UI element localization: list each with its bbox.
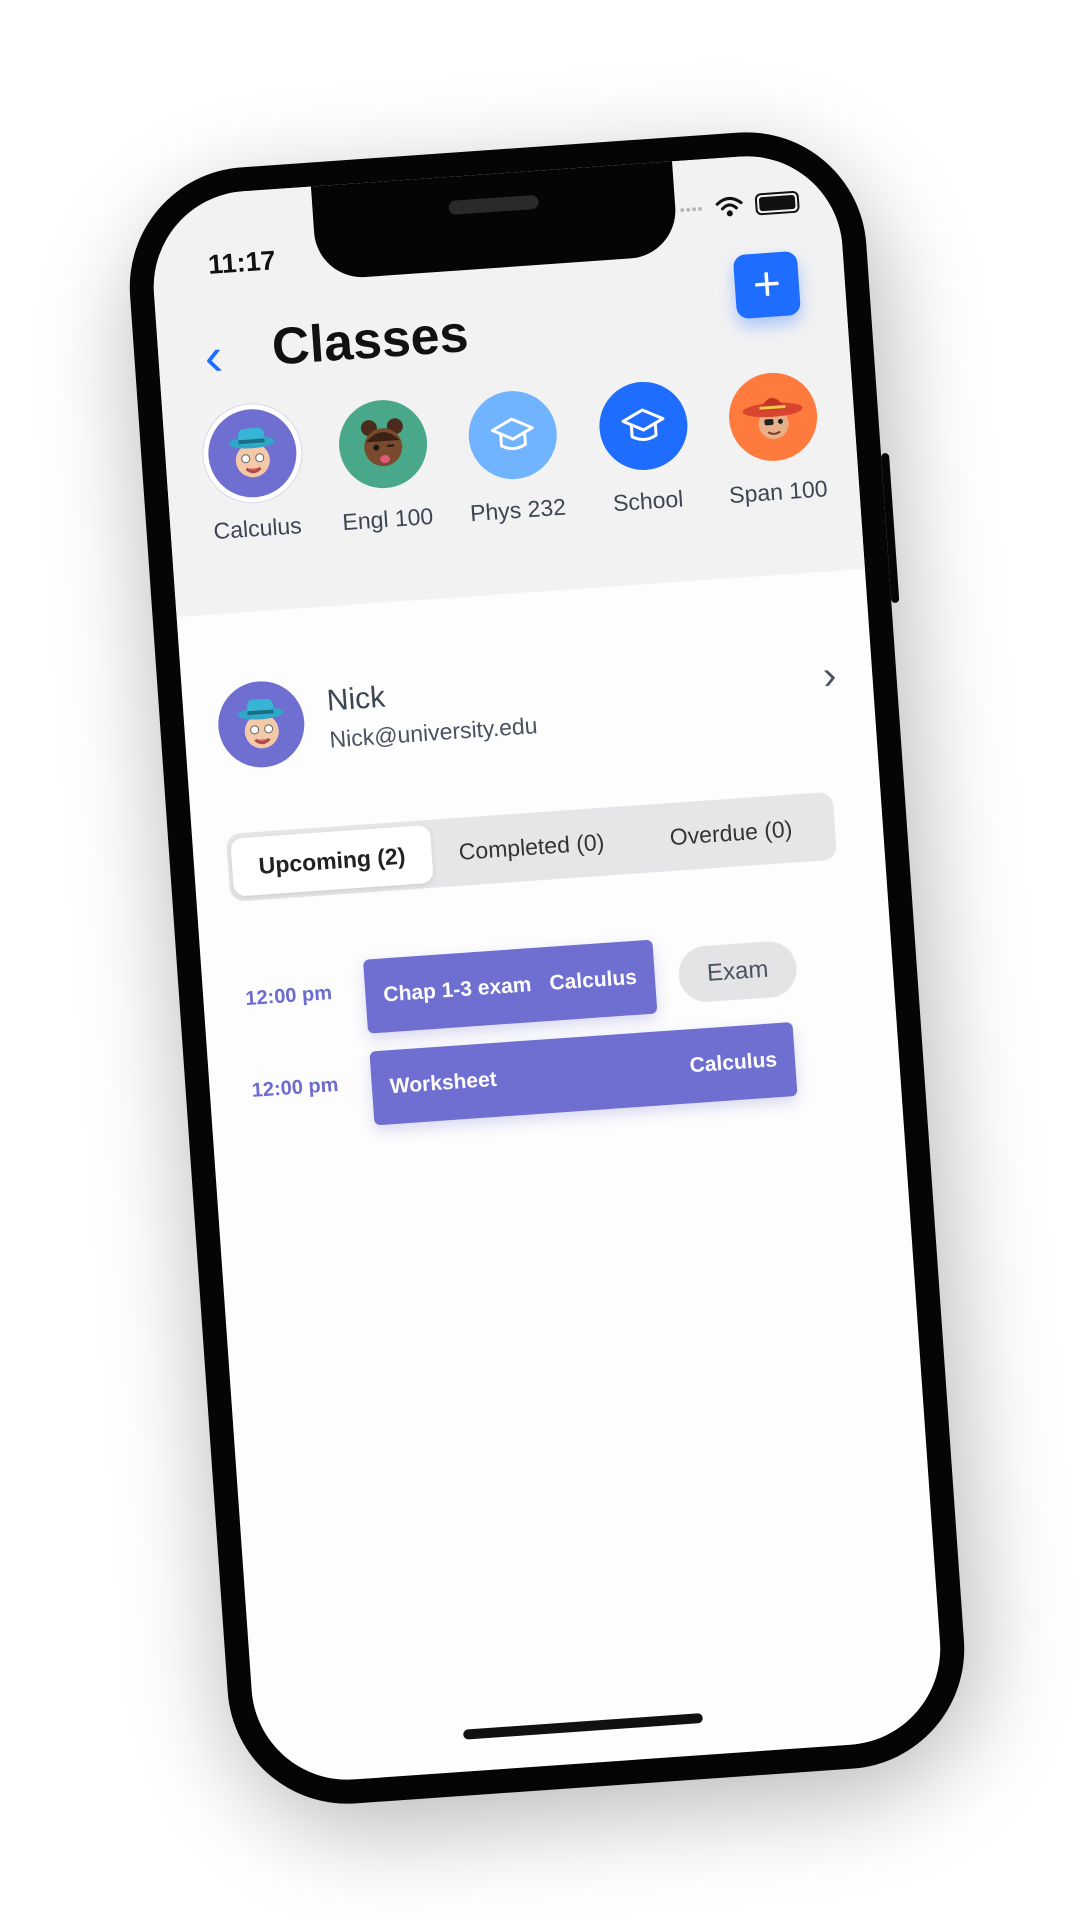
speaker (448, 194, 540, 215)
home-indicator[interactable] (462, 1712, 704, 1740)
class-item-calculus[interactable]: Calculus (190, 405, 317, 546)
task-class: Calculus (688, 1048, 778, 1078)
class-label-school: School (612, 485, 685, 517)
graduation-cap-icon (465, 388, 560, 483)
signal-icon: •••• (679, 200, 704, 218)
battery-icon (754, 190, 800, 216)
profile-row[interactable]: Nick Nick@university.edu › (215, 641, 840, 784)
avatar (215, 678, 308, 771)
app-screen: 11:17 •••• ‹ Classes + Calculus Engl 100… (147, 149, 947, 1787)
add-button[interactable]: + (732, 250, 802, 320)
page-title: Classes (270, 305, 471, 377)
task-title: Worksheet (389, 1067, 498, 1099)
class-item-engl-100[interactable]: Engl 100 (321, 396, 448, 537)
back-button[interactable]: ‹ (202, 326, 246, 387)
task-time: 12:00 pm (244, 982, 333, 1011)
task-class: Calculus (548, 965, 638, 995)
status-time: 11:17 (207, 245, 277, 280)
task-card[interactable]: Chap 1-3 exam Calculus (362, 939, 658, 1034)
chevron-right-icon[interactable]: › (821, 653, 837, 699)
phone-frame: 11:17 •••• ‹ Classes + Calculus Engl 100… (121, 124, 973, 1812)
class-item-span-100[interactable]: Span 100 (711, 369, 838, 510)
memoji-girl-icon (335, 397, 430, 492)
status-segmented-control: Upcoming (2) Completed (0) Overdue (0) (225, 791, 838, 902)
profile-name: Nick (325, 680, 387, 718)
tab-upcoming[interactable]: Upcoming (2) (230, 824, 434, 897)
class-item-school[interactable]: School (581, 378, 708, 519)
memoji-hat-icon (205, 406, 300, 501)
memoji-sombrero-icon (726, 369, 821, 464)
class-item-phys-232[interactable]: Phys 232 (451, 387, 578, 528)
task-time: 12:00 pm (251, 1073, 340, 1102)
graduation-cap-icon (595, 379, 690, 473)
profile-email: Nick@university.edu (328, 712, 539, 753)
tab-completed[interactable]: Completed (0) (430, 811, 634, 883)
task-tag[interactable]: Exam (676, 939, 799, 1004)
wifi-icon (715, 196, 743, 217)
tab-overdue[interactable]: Overdue (0) (629, 797, 833, 869)
task-title: Chap 1-3 exam (382, 973, 533, 1007)
task-list: 12:00 pm Chap 1-3 exam Calculus Exam 12:… (235, 925, 866, 1152)
